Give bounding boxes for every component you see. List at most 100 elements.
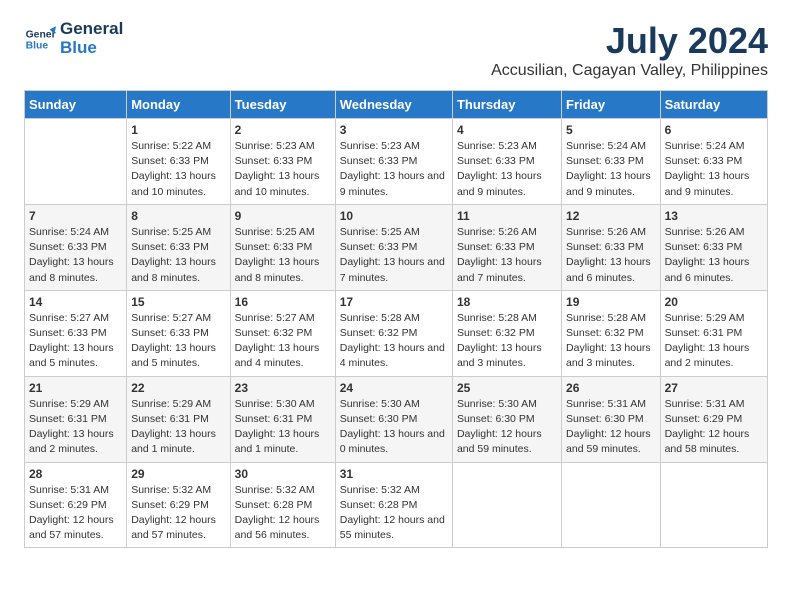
cell-info: Sunrise: 5:25 AMSunset: 6:33 PMDaylight:… <box>340 225 448 286</box>
calendar-week-row: 14Sunrise: 5:27 AMSunset: 6:33 PMDayligh… <box>25 290 768 376</box>
cell-info: Sunrise: 5:29 AMSunset: 6:31 PMDaylight:… <box>29 397 122 458</box>
cell-info: Sunrise: 5:30 AMSunset: 6:30 PMDaylight:… <box>457 397 557 458</box>
cell-info: Sunrise: 5:25 AMSunset: 6:33 PMDaylight:… <box>235 225 331 286</box>
day-number: 15 <box>131 295 225 309</box>
calendar-cell: 6 Sunrise: 5:24 AMSunset: 6:33 PMDaylight… <box>660 119 767 205</box>
day-number: 16 <box>235 295 331 309</box>
calendar-cell <box>562 462 661 548</box>
calendar-cell: 29 Sunrise: 5:32 AMSunset: 6:29 PMDayligh… <box>127 462 230 548</box>
day-number: 19 <box>566 295 656 309</box>
calendar-cell: 14Sunrise: 5:27 AMSunset: 6:33 PMDayligh… <box>25 290 127 376</box>
day-number: 2 <box>235 123 331 137</box>
day-number: 1 <box>131 123 225 137</box>
calendar-cell: 2 Sunrise: 5:23 AMSunset: 6:33 PMDaylight… <box>230 119 335 205</box>
cell-info: Sunrise: 5:30 AMSunset: 6:31 PMDaylight:… <box>235 397 331 458</box>
calendar-cell: 1 Sunrise: 5:22 AMSunset: 6:33 PMDaylight… <box>127 119 230 205</box>
cell-info: Sunrise: 5:29 AMSunset: 6:31 PMDaylight:… <box>131 397 225 458</box>
calendar-cell: 17 Sunrise: 5:28 AMSunset: 6:32 PMDayligh… <box>335 290 452 376</box>
day-number: 12 <box>566 209 656 223</box>
calendar-cell: 3Sunrise: 5:23 AMSunset: 6:33 PMDaylight… <box>335 119 452 205</box>
day-number: 30 <box>235 467 331 481</box>
calendar-cell: 24 Sunrise: 5:30 AMSunset: 6:30 PMDayligh… <box>335 376 452 462</box>
calendar-cell <box>660 462 767 548</box>
day-number: 13 <box>665 209 763 223</box>
calendar-cell: 19Sunrise: 5:28 AMSunset: 6:32 PMDayligh… <box>562 290 661 376</box>
col-header-thursday: Thursday <box>452 91 561 119</box>
calendar-cell <box>25 119 127 205</box>
cell-info: Sunrise: 5:24 AMSunset: 6:33 PMDaylight:… <box>566 139 656 200</box>
cell-info: Sunrise: 5:31 AMSunset: 6:29 PMDaylight:… <box>29 483 122 544</box>
cell-info: Sunrise: 5:24 AMSunset: 6:33 PMDaylight:… <box>29 225 122 286</box>
day-number: 29 <box>131 467 225 481</box>
cell-info: Sunrise: 5:24 AMSunset: 6:33 PMDaylight:… <box>665 139 763 200</box>
calendar-cell: 21Sunrise: 5:29 AMSunset: 6:31 PMDayligh… <box>25 376 127 462</box>
logo-line1: General <box>60 20 123 39</box>
calendar-cell: 28 Sunrise: 5:31 AMSunset: 6:29 PMDayligh… <box>25 462 127 548</box>
calendar-cell: 12 Sunrise: 5:26 AMSunset: 6:33 PMDayligh… <box>562 204 661 290</box>
calendar-cell: 13 Sunrise: 5:26 AMSunset: 6:33 PMDayligh… <box>660 204 767 290</box>
cell-info: Sunrise: 5:27 AMSunset: 6:33 PMDaylight:… <box>131 311 225 372</box>
cell-info: Sunrise: 5:31 AMSunset: 6:30 PMDaylight:… <box>566 397 656 458</box>
calendar-cell: 31 Sunrise: 5:32 AMSunset: 6:28 PMDayligh… <box>335 462 452 548</box>
day-number: 31 <box>340 467 448 481</box>
calendar-cell: 18Sunrise: 5:28 AMSunset: 6:32 PMDayligh… <box>452 290 561 376</box>
calendar-table: SundayMondayTuesdayWednesdayThursdayFrid… <box>24 90 768 548</box>
day-number: 17 <box>340 295 448 309</box>
calendar-week-row: 7 Sunrise: 5:24 AMSunset: 6:33 PMDaylight… <box>25 204 768 290</box>
calendar-cell: 22 Sunrise: 5:29 AMSunset: 6:31 PMDayligh… <box>127 376 230 462</box>
cell-info: Sunrise: 5:32 AMSunset: 6:28 PMDaylight:… <box>340 483 448 544</box>
calendar-cell: 25 Sunrise: 5:30 AMSunset: 6:30 PMDayligh… <box>452 376 561 462</box>
cell-info: Sunrise: 5:32 AMSunset: 6:29 PMDaylight:… <box>131 483 225 544</box>
cell-info: Sunrise: 5:30 AMSunset: 6:30 PMDaylight:… <box>340 397 448 458</box>
col-header-sunday: Sunday <box>25 91 127 119</box>
cell-info: Sunrise: 5:31 AMSunset: 6:29 PMDaylight:… <box>665 397 763 458</box>
col-header-friday: Friday <box>562 91 661 119</box>
logo-icon: General Blue <box>24 23 56 55</box>
logo-line2: Blue <box>60 39 123 58</box>
day-number: 26 <box>566 381 656 395</box>
day-number: 10 <box>340 209 448 223</box>
calendar-cell: 27 Sunrise: 5:31 AMSunset: 6:29 PMDayligh… <box>660 376 767 462</box>
calendar-cell: 4Sunrise: 5:23 AMSunset: 6:33 PMDaylight… <box>452 119 561 205</box>
calendar-cell: 16Sunrise: 5:27 AMSunset: 6:32 PMDayligh… <box>230 290 335 376</box>
cell-info: Sunrise: 5:29 AMSunset: 6:31 PMDaylight:… <box>665 311 763 372</box>
cell-info: Sunrise: 5:28 AMSunset: 6:32 PMDaylight:… <box>340 311 448 372</box>
day-number: 28 <box>29 467 122 481</box>
cell-info: Sunrise: 5:26 AMSunset: 6:33 PMDaylight:… <box>566 225 656 286</box>
col-header-monday: Monday <box>127 91 230 119</box>
day-number: 6 <box>665 123 763 137</box>
page-header: General Blue General Blue July 2024 Accu… <box>24 20 768 80</box>
col-header-tuesday: Tuesday <box>230 91 335 119</box>
calendar-week-row: 28 Sunrise: 5:31 AMSunset: 6:29 PMDayligh… <box>25 462 768 548</box>
day-number: 27 <box>665 381 763 395</box>
calendar-week-row: 21Sunrise: 5:29 AMSunset: 6:31 PMDayligh… <box>25 376 768 462</box>
cell-info: Sunrise: 5:25 AMSunset: 6:33 PMDaylight:… <box>131 225 225 286</box>
calendar-week-row: 1 Sunrise: 5:22 AMSunset: 6:33 PMDaylight… <box>25 119 768 205</box>
cell-info: Sunrise: 5:23 AMSunset: 6:33 PMDaylight:… <box>235 139 331 200</box>
calendar-cell: 20 Sunrise: 5:29 AMSunset: 6:31 PMDayligh… <box>660 290 767 376</box>
day-number: 24 <box>340 381 448 395</box>
day-number: 5 <box>566 123 656 137</box>
calendar-cell: 9 Sunrise: 5:25 AMSunset: 6:33 PMDaylight… <box>230 204 335 290</box>
calendar-cell: 5 Sunrise: 5:24 AMSunset: 6:33 PMDaylight… <box>562 119 661 205</box>
day-number: 20 <box>665 295 763 309</box>
col-header-saturday: Saturday <box>660 91 767 119</box>
day-number: 7 <box>29 209 122 223</box>
subtitle: Accusilian, Cagayan Valley, Philippines <box>491 62 768 80</box>
calendar-cell: 15 Sunrise: 5:27 AMSunset: 6:33 PMDayligh… <box>127 290 230 376</box>
day-number: 22 <box>131 381 225 395</box>
cell-info: Sunrise: 5:32 AMSunset: 6:28 PMDaylight:… <box>235 483 331 544</box>
calendar-cell: 26 Sunrise: 5:31 AMSunset: 6:30 PMDayligh… <box>562 376 661 462</box>
cell-info: Sunrise: 5:22 AMSunset: 6:33 PMDaylight:… <box>131 139 225 200</box>
calendar-cell: 23 Sunrise: 5:30 AMSunset: 6:31 PMDayligh… <box>230 376 335 462</box>
cell-info: Sunrise: 5:26 AMSunset: 6:33 PMDaylight:… <box>665 225 763 286</box>
col-header-wednesday: Wednesday <box>335 91 452 119</box>
cell-info: Sunrise: 5:23 AMSunset: 6:33 PMDaylight:… <box>457 139 557 200</box>
day-number: 8 <box>131 209 225 223</box>
day-number: 23 <box>235 381 331 395</box>
day-number: 11 <box>457 209 557 223</box>
day-number: 9 <box>235 209 331 223</box>
calendar-cell: 7 Sunrise: 5:24 AMSunset: 6:33 PMDaylight… <box>25 204 127 290</box>
cell-info: Sunrise: 5:26 AMSunset: 6:33 PMDaylight:… <box>457 225 557 286</box>
day-number: 25 <box>457 381 557 395</box>
